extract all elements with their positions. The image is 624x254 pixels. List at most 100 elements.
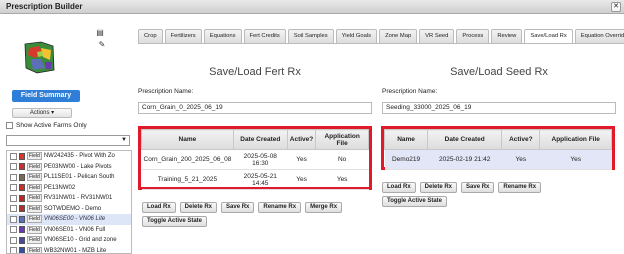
field-list-item[interactable]: FieldNW242435 - Pivot With Zo xyxy=(7,151,131,162)
field-tag: Field xyxy=(27,236,42,244)
save-rx-button[interactable]: Save Rx xyxy=(461,182,494,193)
field-list-item[interactable]: FieldPE03NW00 - Lake Pivots xyxy=(7,162,131,173)
field-name: PE13NW02 xyxy=(44,185,75,191)
field-color-swatch xyxy=(19,195,25,202)
field-checkbox[interactable] xyxy=(10,153,17,160)
field-tag: Field xyxy=(27,205,42,213)
field-list-item[interactable]: FieldVN06SE01 - VN06 Full xyxy=(7,225,131,236)
field-color-swatch xyxy=(19,216,25,223)
seed-name-input[interactable]: Seeding_33000_2025_06_19 xyxy=(382,102,616,114)
column-header[interactable]: Date Created xyxy=(428,130,502,150)
field-checkbox[interactable] xyxy=(10,226,17,233)
table-cell-file: Yes xyxy=(316,170,369,190)
tab-divider xyxy=(138,43,624,44)
seed-name-label: Prescription Name: xyxy=(382,88,437,95)
seed-grid-header: NameDate CreatedActive?Application File xyxy=(385,130,612,150)
field-list-item[interactable]: FieldVN06SE00 - VN06 Lite xyxy=(7,214,131,225)
field-color-swatch xyxy=(19,237,25,244)
tab-bar: CropFertilizersEquationsFert CreditsSoil… xyxy=(138,29,624,43)
save-rx-button[interactable]: Save Rx xyxy=(221,202,254,213)
field-checkbox[interactable] xyxy=(10,163,17,170)
field-name: VN06SE01 - VN06 Full xyxy=(44,227,105,233)
column-header[interactable]: Name xyxy=(385,130,428,150)
checkbox-box[interactable] xyxy=(6,122,13,129)
tab-item[interactable]: Soil Samples xyxy=(288,29,334,43)
tab-item[interactable]: Equations xyxy=(204,29,242,43)
tab-item[interactable]: Review xyxy=(491,29,522,43)
field-name: PL11SE01 - Pelican South xyxy=(44,174,115,180)
field-color-swatch xyxy=(19,184,25,191)
delete-rx-button[interactable]: Delete Rx xyxy=(420,182,457,193)
column-header[interactable]: Application File xyxy=(316,130,369,150)
tab-item[interactable]: Save/Load Rx xyxy=(524,29,572,44)
table-cell-active: Yes xyxy=(502,150,540,170)
field-name: NW242435 - Pivot With Zo xyxy=(44,153,115,159)
tab-item[interactable]: Yield Goals xyxy=(336,29,377,43)
actions-dropdown[interactable]: Actions ▾ xyxy=(12,108,72,118)
fert-name-input[interactable]: Corn_Grain_0_2025_06_19 xyxy=(138,102,372,114)
field-tag: Field xyxy=(27,184,42,192)
table-row[interactable]: Training_5_21_20252025-05-21 14:45YesYes xyxy=(142,170,369,190)
field-list-item[interactable]: FieldWB32NW01 - MZB Lite xyxy=(7,246,131,254)
table-cell-file: Yes xyxy=(540,150,612,170)
seed-panel-title: Save/Load Seed Rx xyxy=(382,66,616,78)
fert-panel-title: Save/Load Fert Rx xyxy=(138,66,372,78)
tab-item[interactable]: Crop xyxy=(138,29,163,43)
app-title: Prescription Builder xyxy=(6,2,82,11)
field-checkbox[interactable] xyxy=(10,247,17,254)
table-cell-name: Training_5_21_2025 xyxy=(142,170,234,190)
field-list-item[interactable]: FieldPL11SE01 - Pelican South xyxy=(7,172,131,183)
load-rx-button[interactable]: Load Rx xyxy=(142,202,176,213)
edit-icon[interactable]: ✎ xyxy=(97,40,107,50)
tab-item[interactable]: Zone Map xyxy=(379,29,417,43)
field-summary-button[interactable]: Field Summary xyxy=(12,90,80,102)
delete-rx-button[interactable]: Delete Rx xyxy=(180,202,217,213)
show-active-farms-checkbox[interactable]: Show Active Farms Only xyxy=(6,122,87,129)
rename-rx-button[interactable]: Rename Rx xyxy=(498,182,541,193)
fert-grid-header: NameDate CreatedActive?Application File xyxy=(142,130,369,150)
field-tag: Field xyxy=(27,226,42,234)
merge-rx-button[interactable]: Merge Rx xyxy=(305,202,342,213)
tab-item[interactable]: Process xyxy=(456,29,489,43)
title-bar: Prescription Builder ✕ xyxy=(0,0,624,14)
field-list-item[interactable]: FieldVN06SE10 - Grid and zone xyxy=(7,235,131,246)
document-icon[interactable]: ▤ xyxy=(95,28,105,38)
table-row[interactable]: Corn_Grain_200_2025_06_082025-05-08 16:3… xyxy=(142,150,369,170)
field-checkbox[interactable] xyxy=(10,237,17,244)
fert-button-row: Load Rx Delete Rx Save Rx Rename Rx Merge Rx xyxy=(142,202,372,213)
seed-toggle-active-button[interactable]: Toggle Active State xyxy=(382,196,447,207)
column-header[interactable]: Application File xyxy=(540,130,612,150)
field-list-item[interactable]: FieldSOTWDEMO - Demo xyxy=(7,204,131,215)
tab-item[interactable]: VR Seed xyxy=(419,29,454,43)
field-color-swatch xyxy=(19,226,25,233)
tab-item[interactable]: Equation Override xyxy=(575,29,624,43)
main-content: CropFertilizersEquationsFert CreditsSoil… xyxy=(137,14,624,240)
field-list: FieldNW242435 - Pivot With ZoFieldPE03NW… xyxy=(6,150,132,254)
field-checkbox[interactable] xyxy=(10,195,17,202)
close-icon[interactable]: ✕ xyxy=(611,2,621,12)
table-cell-date: 2025-05-21 14:45 xyxy=(233,170,287,190)
load-rx-button[interactable]: Load Rx xyxy=(382,182,416,193)
seed-rx-grid: NameDate CreatedActive?Application File … xyxy=(381,126,615,170)
field-checkbox[interactable] xyxy=(10,205,17,212)
table-cell-file: No xyxy=(316,150,369,170)
column-header[interactable]: Active? xyxy=(502,130,540,150)
tab-item[interactable]: Fert Credits xyxy=(244,29,286,43)
field-name: RV31NW01 - RV31NW01 xyxy=(44,195,112,201)
field-checkbox[interactable] xyxy=(10,216,17,223)
field-checkbox[interactable] xyxy=(10,184,17,191)
field-list-item[interactable]: FieldRV31NW01 - RV31NW01 xyxy=(7,193,131,204)
table-cell-active: Yes xyxy=(287,170,315,190)
fert-toggle-active-button[interactable]: Toggle Active State xyxy=(142,216,207,227)
field-list-item[interactable]: FieldPE13NW02 xyxy=(7,183,131,194)
field-tag: Field xyxy=(27,247,42,254)
tab-item[interactable]: Fertilizers xyxy=(165,29,202,43)
column-header[interactable]: Date Created xyxy=(233,130,287,150)
farm-select[interactable]: ▼ xyxy=(6,135,130,146)
column-header[interactable]: Active? xyxy=(287,130,315,150)
rename-rx-button[interactable]: Rename Rx xyxy=(258,202,301,213)
table-row[interactable]: Demo2192025-02-19 21:42YesYes xyxy=(385,150,612,170)
table-cell-name: Demo219 xyxy=(385,150,428,170)
column-header[interactable]: Name xyxy=(142,130,234,150)
field-checkbox[interactable] xyxy=(10,174,17,181)
